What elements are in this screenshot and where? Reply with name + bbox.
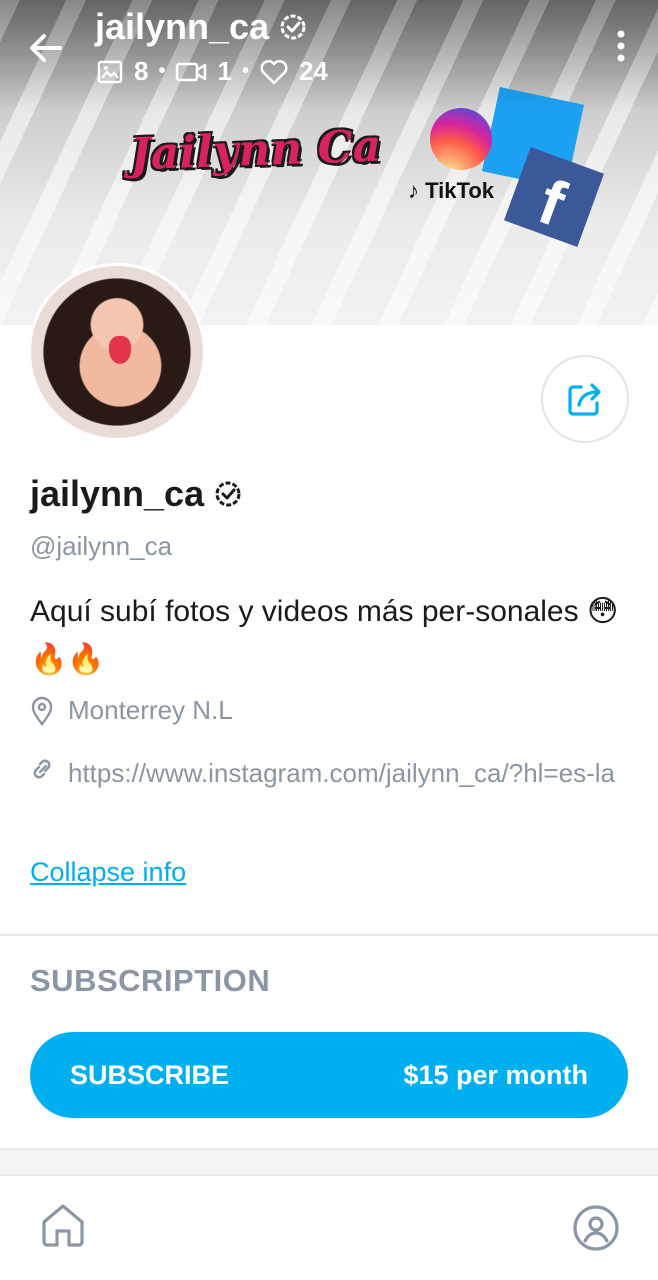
photo-count: 8 bbox=[134, 56, 149, 86]
subscribe-price: $15 per month bbox=[403, 1059, 588, 1090]
website-row: https://www.instagram.com/jailynn_ca/?hl… bbox=[30, 755, 628, 793]
profile-handle: @jailynn_ca bbox=[30, 531, 173, 561]
more-vertical-icon bbox=[617, 30, 625, 62]
section-divider bbox=[0, 934, 658, 936]
profile-name-row: jailynn_ca bbox=[30, 473, 242, 515]
banner-logo-text: Jailynn Ca bbox=[129, 120, 382, 181]
header-stats: 8 • 1 • 24 bbox=[96, 56, 328, 87]
subscription-heading: SUBSCRIPTION bbox=[30, 963, 271, 998]
link-icon bbox=[33, 759, 51, 779]
share-icon bbox=[568, 383, 601, 416]
nav-home-button[interactable] bbox=[38, 1200, 88, 1250]
nav-profile-button[interactable] bbox=[572, 1204, 620, 1252]
header-username: jailynn_ca bbox=[95, 6, 270, 47]
back-button[interactable] bbox=[24, 26, 68, 70]
profile-bio: Aquí subí fotos y videos más per-sonales… bbox=[30, 595, 619, 676]
user-circle-icon bbox=[573, 1205, 619, 1251]
separator-dot: • bbox=[158, 60, 166, 82]
location-pin-icon bbox=[31, 696, 53, 726]
subscribe-button[interactable]: SUBSCRIBE $15 per month bbox=[30, 1032, 628, 1118]
separator-dot: • bbox=[241, 60, 249, 82]
image-icon bbox=[97, 60, 123, 83]
profile-name: jailynn_ca bbox=[30, 473, 205, 514]
instagram-logo bbox=[430, 108, 492, 170]
more-menu-button[interactable] bbox=[606, 26, 636, 66]
subscribe-label: SUBSCRIBE bbox=[70, 1059, 230, 1090]
location-row: Monterrey N.L bbox=[30, 695, 233, 726]
avatar[interactable] bbox=[28, 263, 206, 441]
video-count: 1 bbox=[217, 56, 232, 86]
tiktok-label: TikTok bbox=[425, 178, 494, 203]
location-text: Monterrey N.L bbox=[68, 695, 233, 725]
verified-badge-icon bbox=[280, 14, 306, 40]
tiktok-logo: ♪ TikTok bbox=[408, 178, 494, 203]
like-count: 24 bbox=[298, 56, 328, 86]
video-camera-icon bbox=[176, 62, 207, 81]
arrow-left-icon bbox=[30, 34, 62, 62]
section-divider bbox=[0, 1148, 658, 1176]
bottom-navigation bbox=[0, 1176, 658, 1280]
home-icon bbox=[42, 1204, 84, 1247]
header-title-row: jailynn_ca bbox=[95, 6, 307, 48]
website-link[interactable]: https://www.instagram.com/jailynn_ca/?hl… bbox=[68, 753, 628, 793]
collapse-info-link[interactable]: Collapse info bbox=[30, 857, 186, 888]
verified-badge-icon bbox=[215, 481, 241, 507]
heart-icon bbox=[260, 59, 288, 84]
share-profile-button[interactable] bbox=[541, 355, 629, 443]
